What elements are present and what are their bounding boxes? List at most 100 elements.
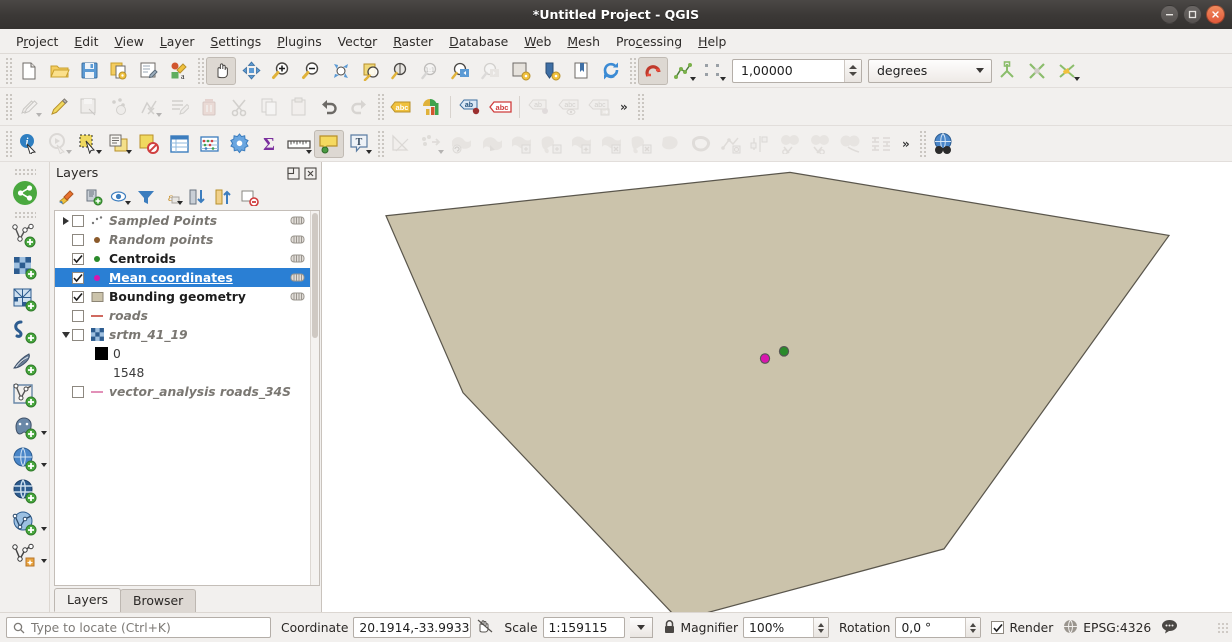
add-wfs-layer-icon[interactable] — [8, 477, 42, 507]
new-map-view-icon[interactable] — [506, 57, 536, 85]
add-vector-layer-icon[interactable] — [8, 221, 42, 251]
menu-settings[interactable]: Settings — [202, 31, 269, 52]
menu-layer[interactable]: Layer — [152, 31, 203, 52]
toolbar-grip-snap[interactable] — [628, 58, 636, 84]
layer-checkbox-sampled-points[interactable] — [72, 215, 84, 227]
paste-features-icon[interactable] — [284, 93, 314, 121]
self-snapping-icon[interactable] — [1052, 57, 1082, 85]
centroid-point[interactable] — [779, 347, 788, 357]
add-raster-layer-icon[interactable] — [8, 253, 42, 283]
pan-map-icon[interactable] — [206, 57, 236, 85]
edit-indicator-icon[interactable] — [290, 233, 305, 246]
snapping-type-icon[interactable] — [698, 57, 728, 85]
current-edits-icon[interactable] — [14, 93, 44, 121]
edit-indicator-icon[interactable] — [290, 290, 305, 303]
merge-features-icon[interactable] — [776, 130, 806, 158]
messages-log-icon[interactable] — [1161, 619, 1178, 637]
zoom-to-selection-icon[interactable] — [356, 57, 386, 85]
minimize-button[interactable] — [1160, 5, 1179, 24]
new-3d-map-view-icon[interactable] — [536, 57, 566, 85]
magnifier-input[interactable]: 100% — [743, 617, 829, 638]
toolbar-grip-meta[interactable] — [918, 131, 926, 157]
messages-group[interactable] — [1161, 619, 1178, 637]
open-layer-styling-panel-icon[interactable] — [55, 186, 80, 208]
menu-processing[interactable]: Processing — [608, 31, 690, 52]
layer-row-roads[interactable]: roads — [55, 306, 319, 325]
zoom-last-icon[interactable] — [446, 57, 476, 85]
toolbar-grip-digitize[interactable] — [4, 94, 12, 120]
pan-to-selection-icon[interactable] — [236, 57, 266, 85]
edit-indicator-icon[interactable] — [290, 214, 305, 227]
add-postgis-layer-icon[interactable] — [8, 413, 42, 443]
field-calculator-icon[interactable] — [194, 130, 224, 158]
delete-ring-icon[interactable] — [596, 130, 626, 158]
add-part-icon[interactable] — [536, 130, 566, 158]
layer-labeling-options-icon[interactable]: abc — [386, 93, 416, 121]
fill-ring-icon[interactable] — [566, 130, 596, 158]
toolbar-grip-label-end[interactable] — [636, 94, 644, 120]
refresh-icon[interactable] — [596, 57, 626, 85]
remove-layer-icon[interactable] — [237, 186, 262, 208]
menu-vector[interactable]: Vector — [330, 31, 386, 52]
layer-row-srtm-41-19[interactable]: srtm_41_19 — [55, 325, 319, 344]
geoprocessing-tools-icon[interactable] — [866, 130, 896, 158]
show-map-tips-icon[interactable] — [314, 130, 344, 158]
layer-row-random-points[interactable]: Random points — [55, 230, 319, 249]
menu-mesh[interactable]: Mesh — [559, 31, 608, 52]
avoid-overlap-icon[interactable] — [1022, 57, 1052, 85]
coordinate-input[interactable]: 20.1914,-33.9933 — [353, 617, 471, 638]
pin-labels-icon[interactable]: ab — [524, 93, 554, 121]
offset-curve-icon[interactable] — [686, 130, 716, 158]
magnet-snapping-icon[interactable] — [638, 57, 668, 85]
add-delimited-text-layer-icon[interactable] — [8, 317, 42, 347]
copy-features-icon[interactable] — [254, 93, 284, 121]
tab-browser[interactable]: Browser — [120, 589, 196, 612]
expand-all-icon[interactable] — [185, 186, 210, 208]
attributes-toolbar-overflow[interactable]: » — [896, 137, 916, 151]
zoom-full-icon[interactable] — [326, 57, 356, 85]
scale-dropdown-button[interactable] — [630, 617, 653, 638]
scale-input[interactable]: 1:159115 — [543, 617, 625, 638]
collapse-all-icon[interactable] — [211, 186, 236, 208]
processing-toolbox-icon[interactable] — [224, 130, 254, 158]
save-project-as-icon[interactable] — [104, 57, 134, 85]
highlight-pinned-labels-icon[interactable]: abc — [584, 93, 614, 121]
toolbar-grip-attr[interactable] — [4, 131, 12, 157]
render-checkbox[interactable] — [991, 621, 1004, 634]
layer-row-sampled-points[interactable]: Sampled Points — [55, 211, 319, 230]
redo-icon[interactable] — [344, 93, 374, 121]
layer-checkbox-centroids[interactable] — [72, 253, 84, 265]
run-feature-action-icon[interactable] — [44, 130, 74, 158]
new-print-layout-icon[interactable] — [134, 57, 164, 85]
mean-coordinates-point[interactable] — [760, 354, 769, 364]
new-virtual-layer-icon[interactable] — [8, 541, 42, 571]
crs-group[interactable]: EPSG:4326 — [1063, 619, 1151, 637]
statistical-summary-icon[interactable]: Σ — [254, 130, 284, 158]
tolerance-spinner[interactable] — [844, 60, 861, 82]
toggle-coordinate-extents-icon[interactable] — [476, 618, 494, 637]
add-point-feature-icon[interactable] — [104, 93, 134, 121]
add-ring-icon[interactable] — [506, 130, 536, 158]
menu-edit[interactable]: Edit — [66, 31, 106, 52]
reshape-features-icon[interactable] — [656, 130, 686, 158]
zoom-native-resolution-icon[interactable]: 1:1 — [416, 57, 446, 85]
menu-help[interactable]: Help — [690, 31, 734, 52]
new-bookmark-icon[interactable] — [566, 57, 596, 85]
save-layer-edits-icon[interactable] — [74, 93, 104, 121]
move-label-icon[interactable]: ab — [455, 93, 485, 121]
zoom-to-layer-icon[interactable] — [386, 57, 416, 85]
locator-bar[interactable]: Type to locate (Ctrl+K) — [6, 617, 271, 638]
add-wms-layer-icon[interactable] — [8, 445, 42, 475]
metasearch-globe-icon[interactable] — [928, 130, 958, 158]
manage-map-themes-icon[interactable] — [107, 186, 132, 208]
toggle-editing-icon[interactable] — [44, 93, 74, 121]
layer-diagram-options-icon[interactable] — [416, 93, 446, 121]
zoom-out-icon[interactable] — [296, 57, 326, 85]
node-tool-icon[interactable] — [416, 130, 446, 158]
add-vector-tile-layer-icon[interactable] — [8, 381, 42, 411]
layer-row-vector-analysis-roads-34s[interactable]: vector_analysis roads_34S — [55, 382, 319, 401]
crs-globe-icon[interactable] — [1063, 619, 1078, 637]
toolbar-grip-vector[interactable] — [376, 131, 384, 157]
layer-row-centroids[interactable]: Centroids — [55, 249, 319, 268]
menu-plugins[interactable]: Plugins — [269, 31, 329, 52]
